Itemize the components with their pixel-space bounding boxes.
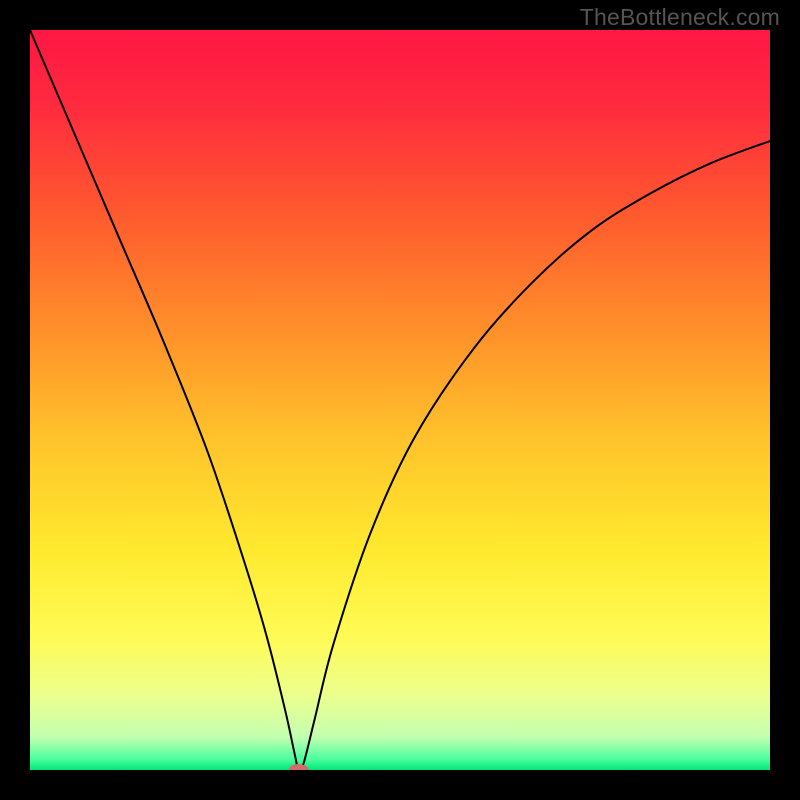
- chart-frame: [30, 30, 770, 770]
- watermark-text: TheBottleneck.com: [580, 4, 780, 31]
- chart-canvas: [30, 30, 770, 770]
- gradient-background: [30, 30, 770, 770]
